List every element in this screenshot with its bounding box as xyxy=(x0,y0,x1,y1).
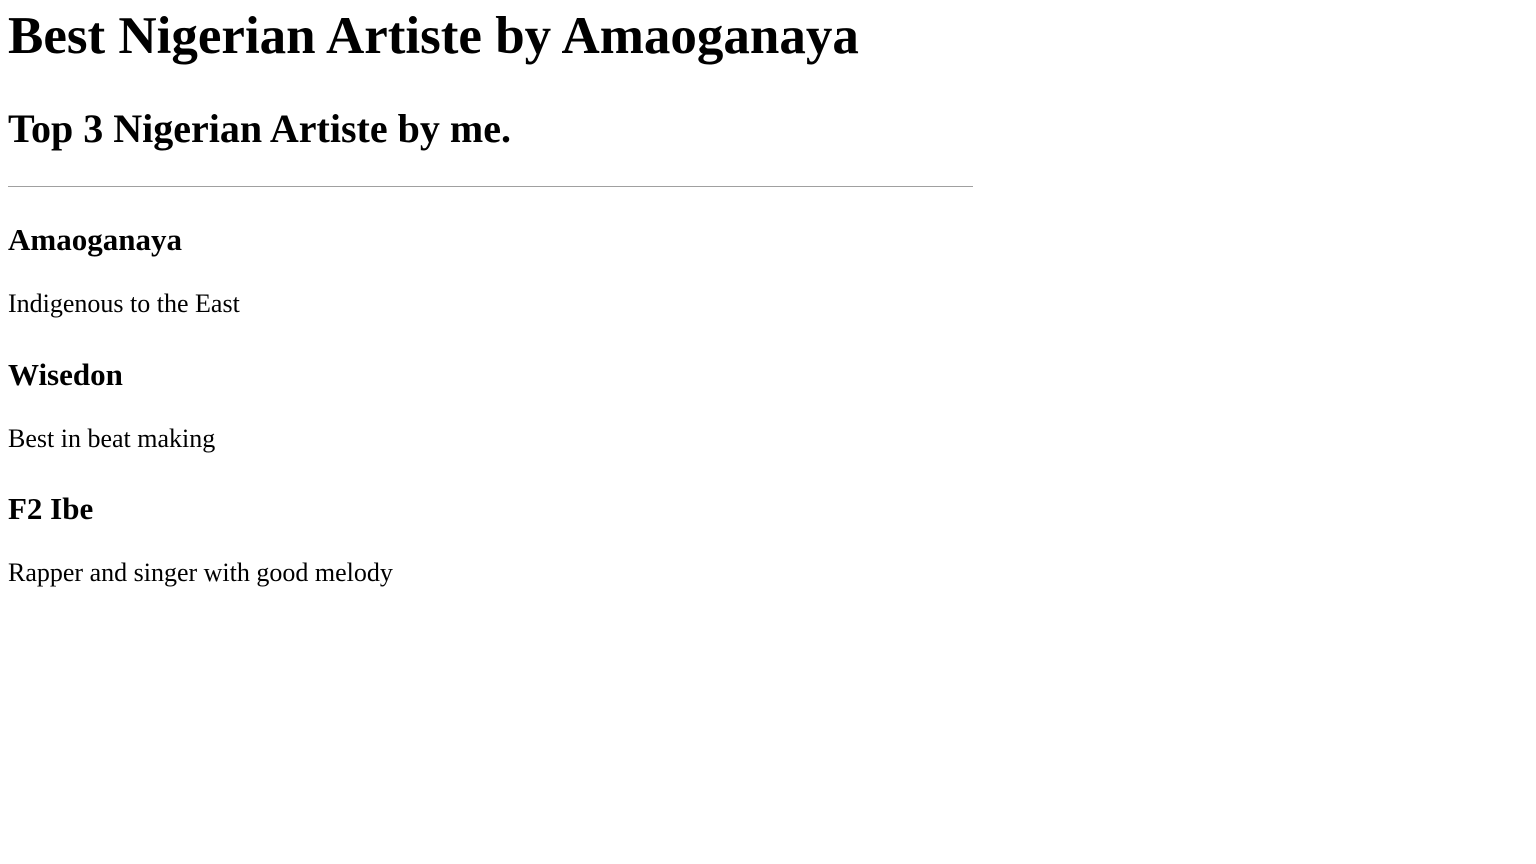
page-title: Best Nigerian Artiste by Amaoganaya xyxy=(8,7,859,65)
artist-description: Indigenous to the East xyxy=(8,289,240,318)
artist-description: Rapper and singer with good melody xyxy=(8,558,393,587)
artist-name: Amaoganaya xyxy=(8,222,182,257)
artist-description: Best in beat making xyxy=(8,423,216,453)
page-subtitle: Top 3 Nigerian Artiste by me. xyxy=(8,106,511,151)
artist-list: Amaoganaya Indigenous to the East Wisedo… xyxy=(8,222,973,626)
artist-entry-wisedon: Wisedon Best in beat making xyxy=(8,357,973,492)
divider xyxy=(8,186,973,187)
artist-name: Wisedon xyxy=(8,356,123,392)
artist-entry-amaoganaya: Amaoganaya Indigenous to the East xyxy=(8,222,973,357)
artist-name: F2 Ibe xyxy=(8,491,94,526)
artist-entry-f2-ibe: F2 Ibe Rapper and singer with good melod… xyxy=(8,491,973,626)
